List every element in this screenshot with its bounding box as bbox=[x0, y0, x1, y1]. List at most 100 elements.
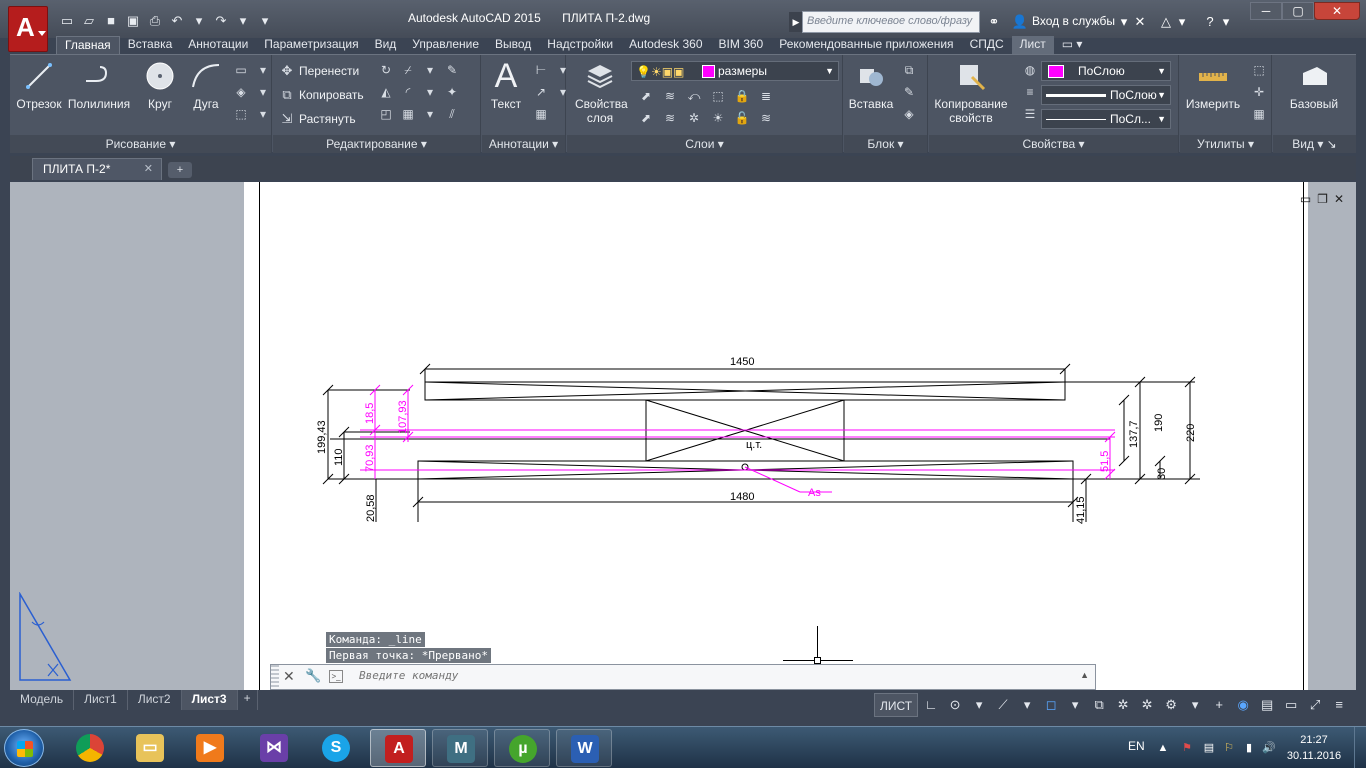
layer-off-icon[interactable]: ⬈ bbox=[637, 109, 655, 127]
calculator-icon[interactable]: ▦ bbox=[1250, 105, 1268, 123]
taskbar-autocad[interactable]: A bbox=[370, 729, 426, 767]
customize-qat-icon[interactable]: ▾ bbox=[256, 12, 274, 30]
scale-icon[interactable]: ◰ bbox=[377, 105, 395, 123]
layer-properties-button[interactable]: Свойства слоя bbox=[571, 59, 629, 125]
hardware-acceleration-icon[interactable]: ▤ bbox=[1256, 693, 1278, 717]
annotation-panel-title[interactable]: Аннотации ▾ bbox=[482, 135, 565, 153]
color-dropdown[interactable]: ПоСлою ▼ bbox=[1041, 61, 1171, 81]
tab-featured-apps[interactable]: Рекомендованные приложения bbox=[771, 36, 961, 54]
chevron-down-icon[interactable]: ▾ bbox=[254, 61, 272, 79]
paper-space-toggle[interactable]: ЛИСТ bbox=[874, 693, 919, 717]
layer-thaw-icon[interactable]: ✲ bbox=[685, 109, 703, 127]
id-point-icon[interactable]: ✛ bbox=[1250, 83, 1268, 101]
layer-freeze-icon[interactable]: ≋ bbox=[661, 109, 679, 127]
tab-layout2[interactable]: Лист2 bbox=[128, 690, 182, 710]
drawing-canvas[interactable]: ▭ ❐ ✕ 1450 1480 199,43 110 20,58 137,7 1… bbox=[10, 182, 1356, 690]
leader-icon[interactable]: ↗ bbox=[532, 83, 550, 101]
taskbar-word[interactable]: W bbox=[556, 729, 612, 767]
mirror-icon[interactable]: ◭ bbox=[377, 83, 395, 101]
taskbar-chrome[interactable] bbox=[62, 729, 118, 767]
chevron-down-icon[interactable]: ▾ bbox=[1064, 693, 1086, 717]
chevron-down-icon[interactable]: ▾ bbox=[1016, 693, 1038, 717]
create-block-icon[interactable]: ⧉ bbox=[900, 61, 918, 79]
command-line-grip[interactable] bbox=[271, 665, 279, 689]
tab-model[interactable]: Модель bbox=[10, 690, 75, 710]
measure-button[interactable]: Измерить bbox=[1182, 59, 1244, 111]
exchange-apps-icon[interactable]: ✕ bbox=[1130, 12, 1150, 32]
redo-icon[interactable]: ↷ bbox=[212, 12, 230, 30]
chevron-down-icon[interactable]: ▾ bbox=[421, 61, 439, 79]
tab-manage[interactable]: Управление bbox=[404, 36, 487, 54]
tab-view[interactable]: Вид bbox=[367, 36, 405, 54]
tab-layout1[interactable]: Лист1 bbox=[74, 690, 128, 710]
move-button[interactable]: ✥ Перенести bbox=[279, 61, 360, 81]
open-folder-icon[interactable]: ▱ bbox=[80, 12, 98, 30]
volume-icon[interactable]: 🔊 bbox=[1262, 741, 1276, 755]
new-file-icon[interactable]: ▭ bbox=[58, 12, 76, 30]
layer-lock-icon[interactable]: 🔒 bbox=[733, 87, 751, 105]
layer-previous-icon[interactable]: ⤺ bbox=[685, 87, 703, 105]
edit-block-icon[interactable]: ✎ bbox=[900, 83, 918, 101]
tab-annotate[interactable]: Аннотации bbox=[180, 36, 256, 54]
match-properties-button[interactable]: Копирование свойств bbox=[931, 59, 1011, 125]
base-view-button[interactable]: Базовый bbox=[1281, 59, 1347, 111]
copy-button[interactable]: ⧉ Копировать bbox=[279, 85, 363, 105]
chevron-down-icon[interactable]: ▾ bbox=[421, 83, 439, 101]
modify-panel-title[interactable]: Редактирование ▾ bbox=[273, 135, 480, 153]
dimension-icon[interactable]: ⊢ bbox=[532, 61, 550, 79]
start-button[interactable] bbox=[4, 729, 44, 767]
taskbar-skype[interactable]: S bbox=[308, 729, 364, 767]
layers-panel-title[interactable]: Слои ▾ bbox=[567, 135, 842, 153]
undo-icon[interactable]: ↶ bbox=[168, 12, 186, 30]
annotation-visibility-icon[interactable]: ✲ bbox=[1136, 693, 1158, 717]
tab-home[interactable]: Главная bbox=[56, 36, 120, 54]
properties-panel-title[interactable]: Свойства ▾ bbox=[929, 135, 1178, 153]
minimize-button[interactable]: ─ bbox=[1250, 2, 1282, 20]
match-layer-icon[interactable]: ≋ bbox=[661, 87, 679, 105]
linetype-dropdown[interactable]: ПоСл... ▼ bbox=[1041, 109, 1171, 129]
sign-in-button[interactable]: Вход в службы bbox=[1032, 14, 1115, 28]
plus-icon[interactable]: + bbox=[1208, 693, 1230, 717]
arc-button[interactable]: Дуга bbox=[186, 59, 226, 111]
lineweight-dropdown[interactable]: ПоСлою ▼ bbox=[1041, 85, 1171, 105]
utilities-panel-title[interactable]: Утилиты ▾ bbox=[1180, 135, 1271, 153]
polyline-button[interactable]: Полилиния bbox=[66, 59, 132, 111]
erase-icon[interactable]: ✎ bbox=[443, 61, 461, 79]
view-panel-title[interactable]: Вид ▾ ↘ bbox=[1273, 135, 1356, 153]
explode-icon[interactable]: ✦ bbox=[443, 83, 461, 101]
line-button[interactable]: Отрезок bbox=[16, 59, 62, 111]
insert-block-button[interactable]: Вставка bbox=[846, 59, 896, 111]
circle-button[interactable]: Круг bbox=[138, 59, 182, 111]
network-icon[interactable]: ⚑ bbox=[1180, 741, 1194, 755]
maximize-button[interactable]: ▢ bbox=[1282, 2, 1314, 20]
layer-dropdown[interactable]: 💡☀▣▣ размеры ▼ bbox=[631, 61, 839, 81]
layer-sun-icon[interactable]: ☀ bbox=[709, 109, 727, 127]
tab-layout[interactable]: Лист bbox=[1011, 36, 1054, 54]
annotation-scale-icon[interactable]: ✲ bbox=[1112, 693, 1134, 717]
user-icon[interactable]: 👤 bbox=[1010, 12, 1030, 32]
layer-isolate-icon[interactable]: ⬚ bbox=[709, 87, 727, 105]
chevron-down-icon[interactable]: ▾ bbox=[1184, 693, 1206, 717]
fillet-icon[interactable]: ◜ bbox=[399, 83, 417, 101]
language-indicator[interactable]: EN bbox=[1128, 739, 1145, 753]
action-center-icon[interactable]: ⚐ bbox=[1222, 741, 1236, 755]
tab-output[interactable]: Вывод bbox=[487, 36, 539, 54]
rectangle-icon[interactable]: ▭ bbox=[232, 61, 250, 79]
show-hidden-icons[interactable]: ▲ bbox=[1156, 741, 1170, 755]
clean-screen-icon[interactable]: ▭ bbox=[1280, 693, 1302, 717]
signal-icon[interactable]: ▮ bbox=[1242, 741, 1256, 755]
rotate-icon[interactable]: ↻ bbox=[377, 61, 395, 79]
array-icon[interactable]: ▦ bbox=[399, 105, 417, 123]
tab-addins[interactable]: Надстройки bbox=[539, 36, 621, 54]
save-as-icon[interactable]: ▣ bbox=[124, 12, 142, 30]
tab-insert[interactable]: Вставка bbox=[120, 36, 181, 54]
layer-merge-icon[interactable]: ≋ bbox=[757, 109, 775, 127]
draw-panel-title[interactable]: Рисование ▾ bbox=[10, 135, 271, 153]
ortho-icon[interactable]: ∟ bbox=[920, 693, 942, 717]
tab-spds[interactable]: СПДС bbox=[962, 36, 1012, 54]
ribbon-minimize-icon[interactable]: ▭ ▾ bbox=[1054, 36, 1091, 54]
taskbar-3dsmax[interactable]: M bbox=[432, 729, 488, 767]
text-button[interactable]: A Текст bbox=[486, 59, 526, 111]
object-snap-icon[interactable]: ◻ bbox=[1040, 693, 1062, 717]
document-tab[interactable]: ПЛИТА П-2* ✕ bbox=[32, 158, 162, 180]
